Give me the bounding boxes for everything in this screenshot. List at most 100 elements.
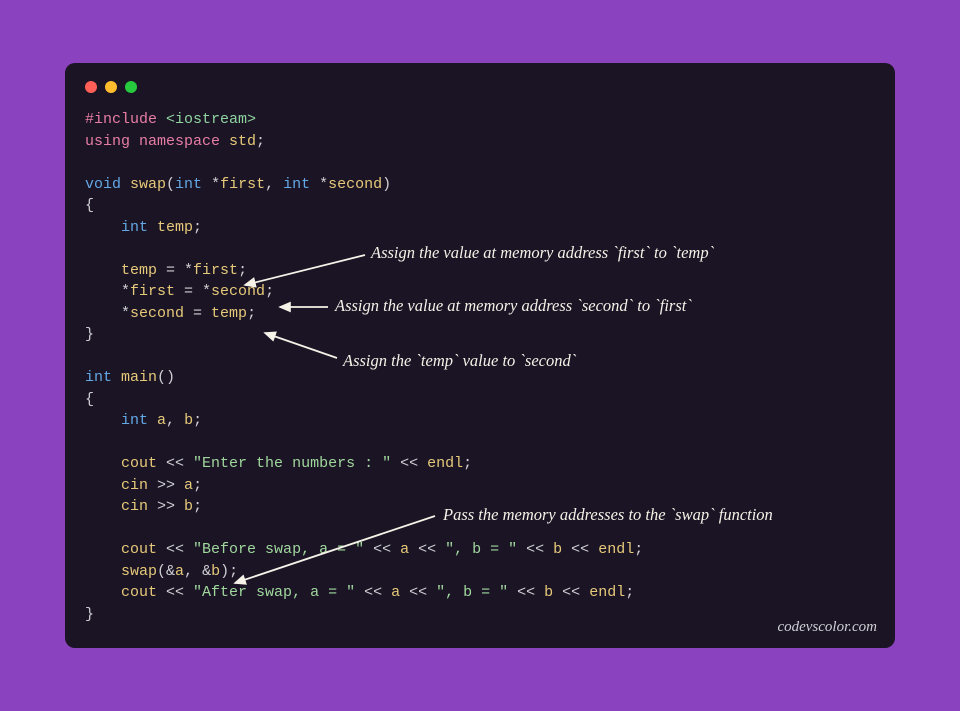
ident-std: std [220, 133, 256, 150]
comma-addr: , & [184, 563, 211, 580]
endl: endl [598, 541, 634, 558]
cin: cin [121, 498, 148, 515]
paren: ( [166, 176, 175, 193]
stream-op: << [517, 541, 553, 558]
indent [85, 541, 121, 558]
func-main: main [112, 369, 157, 386]
indent [85, 455, 121, 472]
minimize-icon [105, 81, 117, 93]
stream-op: << [157, 541, 193, 558]
eq-deref: = * [157, 262, 193, 279]
stream-op: << [391, 455, 427, 472]
paren: ) [382, 176, 391, 193]
indent [85, 412, 121, 429]
stream-op: << [157, 455, 193, 472]
window-controls [85, 81, 875, 93]
kw-using: using [85, 133, 130, 150]
indent [85, 584, 121, 601]
semi: ; [193, 412, 202, 429]
kw-int: int [121, 412, 148, 429]
semi: ; [193, 498, 202, 515]
var-temp: temp [211, 305, 247, 322]
kw-int: int [175, 176, 202, 193]
var-b: b [184, 498, 193, 515]
cin: cin [121, 477, 148, 494]
kw-int: int [121, 219, 148, 236]
maximize-icon [125, 81, 137, 93]
endl: endl [427, 455, 463, 472]
var-a: a [148, 412, 166, 429]
indent [85, 477, 121, 494]
var-a: a [184, 477, 193, 494]
var-first: first [130, 283, 175, 300]
var-temp: temp [148, 219, 193, 236]
comma: , [166, 412, 184, 429]
semi: ; [463, 455, 472, 472]
kw-int: int [283, 176, 310, 193]
string-literal: "After swap, a = " [193, 584, 355, 601]
indent-deref: * [85, 283, 130, 300]
stream-op: >> [148, 498, 184, 515]
var-a: a [175, 563, 184, 580]
code-window: #include <iostream> using namespace std;… [65, 63, 895, 648]
indent [85, 262, 121, 279]
semi: ; [256, 133, 265, 150]
cout: cout [121, 584, 157, 601]
eq-deref: = * [175, 283, 211, 300]
comma: , [265, 176, 283, 193]
endl: endl [589, 584, 625, 601]
param-second: second [328, 176, 382, 193]
var-b: b [211, 563, 220, 580]
cout: cout [121, 455, 157, 472]
stream-op: << [364, 541, 400, 558]
indent-deref: * [85, 305, 130, 322]
stream-op: << [508, 584, 544, 601]
semi: ; [247, 305, 256, 322]
string-literal: "Before swap, a = " [193, 541, 364, 558]
semi: ; [634, 541, 643, 558]
star: * [310, 176, 328, 193]
stream-op: << [157, 584, 193, 601]
kw-void: void [85, 176, 121, 193]
indent [85, 219, 121, 236]
var-a: a [400, 541, 409, 558]
var-b: b [553, 541, 562, 558]
close-icon [85, 81, 97, 93]
var-b: b [184, 412, 193, 429]
parens: () [157, 369, 175, 386]
var-temp: temp [121, 262, 157, 279]
star: * [202, 176, 220, 193]
cout: cout [121, 541, 157, 558]
brace: { [85, 391, 94, 408]
semi: ; [625, 584, 634, 601]
indent [85, 563, 121, 580]
brace: { [85, 197, 94, 214]
string-literal: "Enter the numbers : " [193, 455, 391, 472]
pp-include: #include [85, 111, 157, 128]
semi: ; [238, 262, 247, 279]
brace: } [85, 606, 94, 623]
indent [85, 498, 121, 515]
string-literal: ", b = " [436, 584, 508, 601]
call-swap: swap [121, 563, 157, 580]
stream-op: << [355, 584, 391, 601]
brace: } [85, 326, 94, 343]
stream-op: << [562, 541, 598, 558]
var-second: second [211, 283, 265, 300]
stream-op: << [409, 541, 445, 558]
var-first: first [193, 262, 238, 279]
stream-op: >> [148, 477, 184, 494]
semi: ; [265, 283, 274, 300]
var-a: a [391, 584, 400, 601]
var-b: b [544, 584, 553, 601]
paren-addr: (& [157, 563, 175, 580]
eq: = [184, 305, 211, 322]
paren: ); [220, 563, 238, 580]
semi: ; [193, 219, 202, 236]
code-block: #include <iostream> using namespace std;… [85, 109, 875, 625]
func-swap: swap [121, 176, 166, 193]
var-second: second [130, 305, 184, 322]
kw-int: int [85, 369, 112, 386]
string-literal: ", b = " [445, 541, 517, 558]
kw-namespace: namespace [130, 133, 220, 150]
